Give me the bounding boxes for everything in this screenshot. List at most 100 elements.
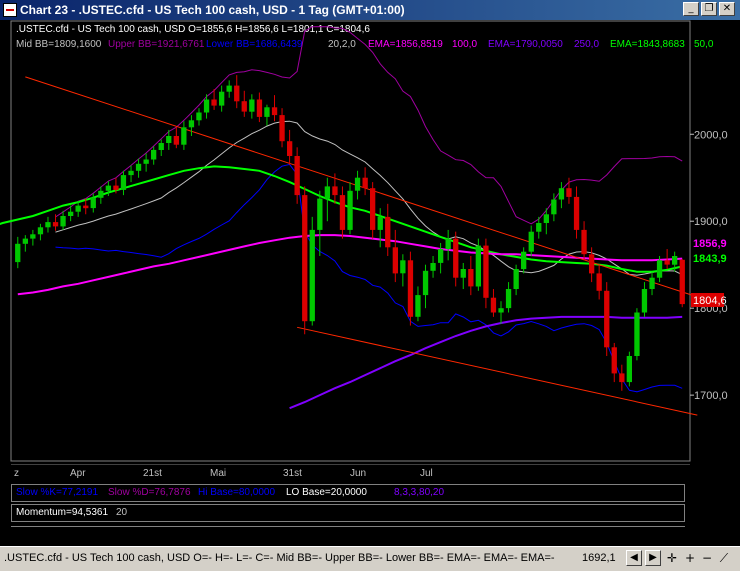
candle	[30, 229, 36, 246]
candle-body	[536, 223, 542, 232]
candle	[45, 216, 51, 233]
candle-body	[392, 247, 398, 274]
candle	[370, 182, 376, 239]
candle-body	[196, 112, 202, 121]
candle-body	[656, 260, 663, 278]
candle	[181, 121, 187, 150]
candle	[438, 242, 444, 274]
candle-body	[377, 216, 383, 230]
candle-body	[566, 188, 572, 197]
time-label-z: z	[14, 468, 19, 479]
candle-body	[332, 186, 338, 196]
candle-body	[679, 259, 685, 305]
candle-body	[362, 177, 368, 189]
candle-body	[120, 175, 127, 190]
candle-body	[279, 115, 285, 142]
candle	[558, 182, 565, 209]
candle-body	[60, 216, 66, 227]
candle-body	[113, 185, 119, 190]
candle	[354, 170, 361, 200]
candle	[196, 108, 202, 126]
candle	[287, 129, 293, 165]
candle	[188, 115, 195, 136]
candle-body	[83, 205, 89, 209]
candle-body	[385, 216, 391, 248]
ema100-param-label: 100,0	[452, 39, 477, 50]
scroll-right-button[interactable]: ▶	[645, 550, 661, 566]
momentum-panel[interactable]: Momentum=94,5361 20	[11, 504, 685, 522]
window-titlebar[interactable]: Chart 23 - .USTEC.cfd - US Tech 100 cash…	[0, 0, 740, 20]
candle-body	[407, 260, 414, 317]
candle	[302, 186, 308, 335]
candle	[649, 271, 655, 296]
candle	[128, 165, 134, 183]
ema250-label: EMA=1790,0050	[488, 39, 563, 50]
candle	[120, 170, 127, 196]
candle-body	[22, 238, 28, 244]
close-button[interactable]: ✕	[719, 2, 735, 16]
candle-body	[219, 91, 225, 106]
stoch-params-label: 8,3,3,80,20	[394, 487, 445, 498]
candle-body	[75, 205, 81, 212]
candle	[415, 286, 421, 322]
candle-body	[558, 188, 565, 200]
candle-body	[354, 177, 361, 191]
candle	[634, 308, 640, 361]
close-price-badge: 1804,6	[693, 295, 727, 307]
candle-body	[249, 99, 255, 112]
zoom-in-icon[interactable]: +	[683, 551, 697, 565]
candle-body	[460, 269, 466, 278]
candle	[445, 229, 451, 261]
candle	[317, 190, 323, 256]
candle-body	[45, 222, 51, 228]
indicator-area: Slow %K=77,2191 Slow %D=76,7876 Hi Base=…	[0, 482, 740, 546]
candle-body	[453, 238, 459, 278]
scroll-left-button[interactable]: ◀	[626, 550, 642, 566]
candle-body	[15, 243, 21, 263]
candle	[460, 262, 466, 290]
candle	[143, 153, 149, 172]
indicator-divider	[11, 526, 685, 527]
time-label-apr: Apr	[70, 468, 86, 479]
candle-body	[641, 289, 648, 313]
candle-body	[256, 99, 263, 117]
candle	[483, 238, 489, 309]
candle-body	[664, 260, 670, 265]
restore-button[interactable]: ❐	[701, 2, 717, 16]
candle-body	[672, 256, 678, 265]
price-tick-label: 2000,0	[694, 129, 728, 141]
crosshair-icon[interactable]: ✛	[665, 551, 679, 565]
stoch-hi-base-label: Hi Base=80,0000	[198, 487, 276, 498]
candle	[521, 247, 527, 274]
candle	[264, 104, 270, 126]
candle	[422, 264, 429, 309]
candle-body	[498, 308, 504, 313]
stochastic-panel[interactable]: Slow %K=77,2191 Slow %D=76,7876 Hi Base=…	[11, 484, 685, 502]
candle	[362, 167, 368, 196]
candle	[256, 92, 263, 123]
candle	[22, 235, 28, 252]
candle	[505, 282, 512, 313]
candle	[596, 264, 602, 300]
candle-body	[596, 273, 602, 291]
candle-body	[30, 234, 36, 239]
drawing-tool-icon[interactable]: ⟋	[717, 551, 731, 565]
candle-body	[241, 101, 247, 112]
minimize-button[interactable]: _	[683, 2, 699, 16]
candle	[626, 351, 632, 387]
candle	[219, 85, 225, 112]
candle-body	[490, 297, 497, 313]
candle-body	[234, 85, 240, 102]
candle	[528, 225, 534, 256]
candle	[641, 282, 648, 317]
candle	[392, 229, 398, 283]
ema50-label: EMA=1843,8683	[610, 39, 685, 50]
candle-body	[105, 185, 111, 191]
candle-body	[317, 198, 323, 230]
zoom-out-icon[interactable]: −	[700, 551, 714, 565]
status-price: 1692,1	[582, 552, 616, 564]
price-chart-area[interactable]: .USTEC.cfd - US Tech 100 cash, USD O=185…	[0, 20, 740, 464]
price-tick-label: 1700,0	[694, 390, 728, 402]
window-title: Chart 23 - .USTEC.cfd - US Tech 100 cash…	[20, 3, 405, 17]
candle-body	[505, 289, 512, 309]
